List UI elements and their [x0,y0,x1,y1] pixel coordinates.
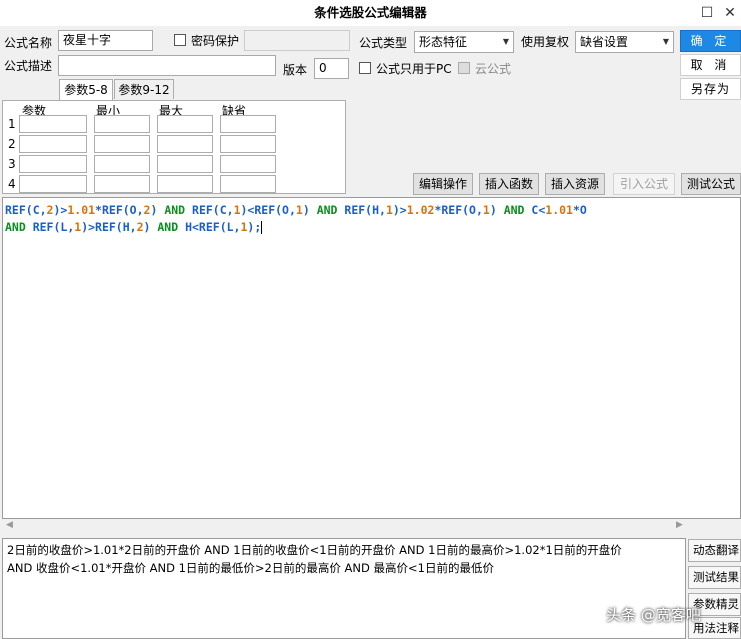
cloud-label: 云公式 [475,62,512,76]
edit-ops-button[interactable]: 编辑操作 [413,173,473,195]
password-input[interactable] [244,30,350,51]
code-token: AND [5,220,26,234]
param-cell[interactable] [220,115,276,133]
restore-select-value: 缺省设置 [580,35,629,49]
translation-panel: 2日前的收盘价>1.01*2日前的开盘价 AND 1日前的收盘价<1日前的开盘价… [2,538,686,639]
type-select[interactable]: 形态特征 ▼ [414,31,514,53]
code-line: AND REF(L,1)>REF(H,2) AND H<REF(L,1); [5,219,740,236]
param-row-label: 3 [8,157,16,171]
code-token: 1.02 [406,203,435,217]
pc-only-checkbox[interactable] [359,62,371,74]
restore-icon[interactable]: ☐ [697,3,717,23]
translation-line: 2日前的收盘价>1.01*2日前的开盘价 AND 1日前的收盘价<1日前的开盘价… [7,543,622,557]
desc-label: 公式描述 [4,59,53,73]
code-token: ) [150,203,165,217]
save-as-button[interactable]: 另存为 [680,78,741,100]
code-token: 2 [136,220,144,234]
code-line: REF(C,2)>1.01*REF(O,2) AND REF(C,1)<REF(… [5,202,740,219]
ok-button[interactable]: 确 定 [680,30,741,52]
code-token: )> [392,203,407,217]
code-token: REF(L, [25,220,75,234]
test-result-button[interactable]: 测试结果 [688,566,741,589]
window-title: 条件选股公式编辑器 [314,5,427,20]
password-label: 密码保护 [191,34,240,48]
code-token: ) [489,203,504,217]
param-cell[interactable] [157,175,213,193]
code-token: *REF(O, [434,203,483,217]
param-cell[interactable] [94,175,150,193]
code-token: H<REF(L, [178,220,241,234]
type-label: 公式类型 [359,36,408,50]
param-cell[interactable] [157,115,213,133]
code-token: REF(C, [5,203,47,217]
formula-editor[interactable]: REF(C,2)>1.01*REF(O,2) AND REF(C,1)<REF(… [2,197,741,519]
code-token: *O [572,203,587,217]
code-token: AND [164,203,186,217]
restore-label: 使用复权 [521,35,570,49]
pc-only-label: 公式只用于PC [376,62,452,76]
tab-params-9-12[interactable]: 参数9-12 [114,79,174,99]
version-label: 版本 [283,63,308,77]
editor-horizontal-scrollbar[interactable] [2,519,689,535]
param-cell[interactable] [157,135,213,153]
param-cell[interactable] [19,115,87,133]
code-token: AND [503,203,525,217]
param-cell[interactable] [19,175,87,193]
tab-params-5-8[interactable]: 参数5-8 [59,79,113,100]
code-token: )<REF(O, [240,203,296,217]
translation-line: AND 收盘价<1.01*开盘价 AND 1日前的最低价>2日前的最高价 AND… [7,561,494,575]
chevron-down-icon: ▼ [662,37,669,46]
code-token: C< [524,203,546,217]
insert-resource-button[interactable]: 插入资源 [545,173,605,195]
close-icon[interactable]: ✕ [720,3,740,23]
code-token: 1.01 [67,203,96,217]
code-token: ) [302,203,317,217]
code-token: 1 [482,203,490,217]
code-token: ); [247,220,262,234]
code-token: REF(C, [185,203,234,217]
code-token: 1 [295,203,303,217]
param-row-label: 4 [8,177,16,191]
version-input[interactable]: 0 [314,58,349,79]
param-cell[interactable] [220,135,276,153]
param-cell[interactable] [19,155,87,173]
dynamic-translate-button[interactable]: 动态翻译 [688,539,741,562]
chevron-down-icon: ▼ [502,37,509,46]
cloud-checkbox[interactable] [458,62,470,74]
cancel-button[interactable]: 取 消 [680,54,741,76]
param-cell[interactable] [94,155,150,173]
code-token: REF(H, [337,203,386,217]
test-formula-button[interactable]: 测试公式 [681,173,741,195]
param-cell[interactable] [220,155,276,173]
param-cell[interactable] [94,115,150,133]
text-cursor [261,221,263,234]
password-checkbox[interactable] [174,34,186,46]
scroll-right-icon[interactable]: ▶ [676,520,683,530]
insert-function-button[interactable]: 插入函数 [479,173,539,195]
name-label: 公式名称 [4,36,53,50]
type-select-value: 形态特征 [419,35,468,49]
param-row-label: 2 [8,137,16,151]
import-formula-button[interactable]: 引入公式 [613,173,675,195]
param-row-label: 1 [8,117,16,131]
param-cell[interactable] [157,155,213,173]
name-input[interactable]: 夜星十字 [58,30,153,51]
code-token: AND [157,220,179,234]
code-token: 1.01 [545,203,573,217]
param-cell[interactable] [220,175,276,193]
code-token: 1 [233,203,241,217]
code-token: )> [53,203,68,217]
code-token: *REF(O, [95,203,144,217]
desc-input[interactable] [58,55,276,76]
code-token: AND [316,203,338,217]
restore-select[interactable]: 缺省设置 ▼ [575,31,674,53]
code-token: 1 [385,203,393,217]
scroll-left-icon[interactable]: ◀ [6,520,13,530]
watermark-text: 头条 @宽客吧 [606,606,701,624]
code-token: )>REF(H, [81,220,137,234]
param-cell[interactable] [94,135,150,153]
code-token: ) [143,220,158,234]
param-cell[interactable] [19,135,87,153]
